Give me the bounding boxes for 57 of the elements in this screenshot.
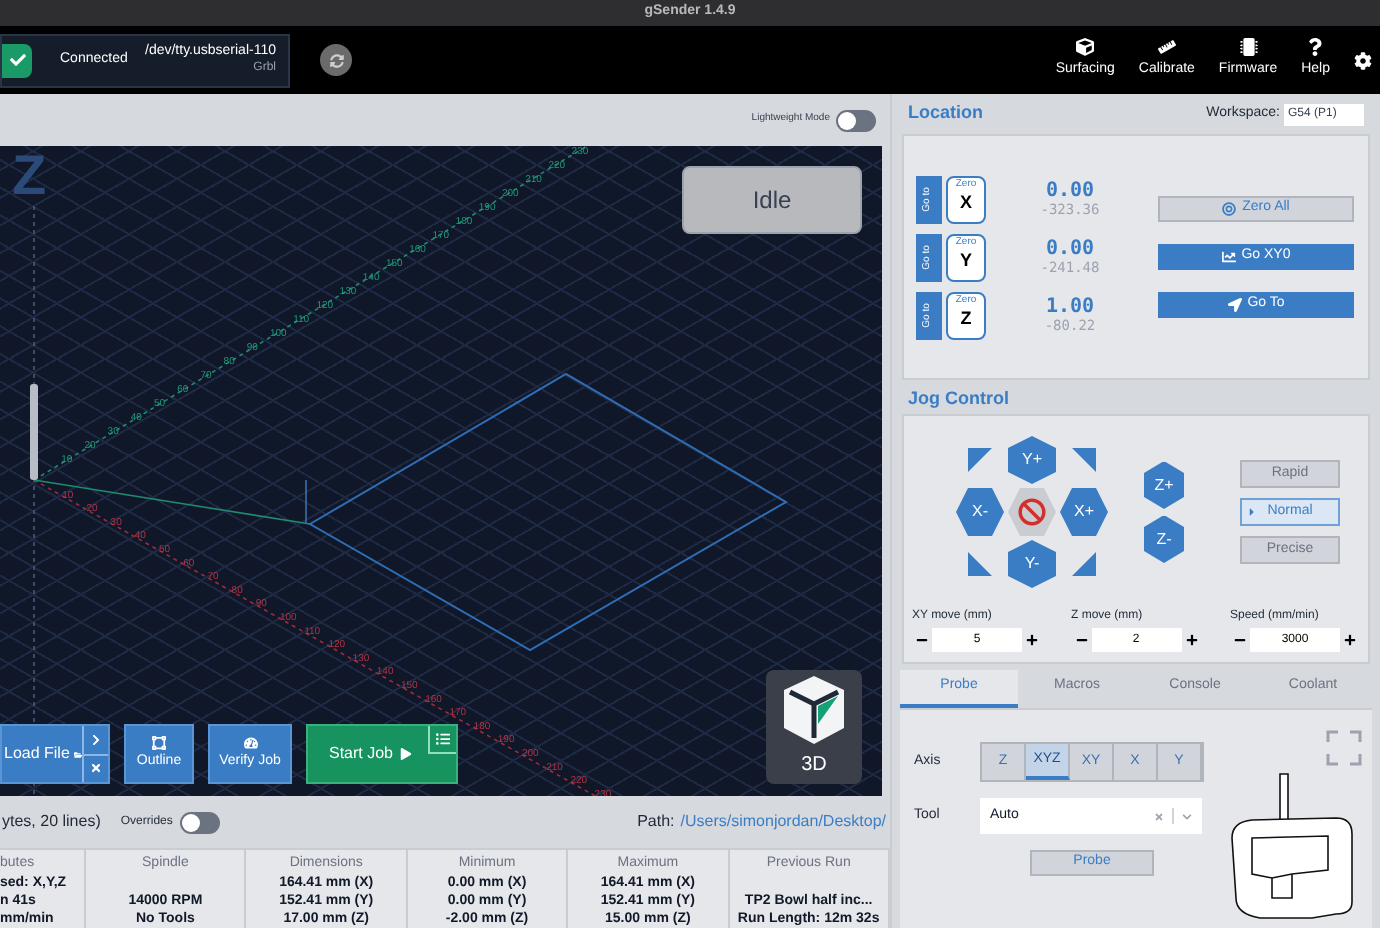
jog-z-minus-button[interactable]: Z- (1144, 515, 1184, 563)
plus-icon[interactable] (1344, 634, 1356, 646)
diagonal-arrow-icon[interactable] (968, 552, 992, 576)
view-cube-button[interactable]: 3D (766, 670, 862, 784)
close-icon (90, 762, 102, 775)
gauge-icon (243, 735, 257, 750)
machine-state: Idle (682, 166, 862, 234)
help-icon (1306, 38, 1325, 57)
refresh-button[interactable] (320, 44, 352, 76)
ruler-icon (1157, 38, 1176, 57)
diagonal-arrow-icon[interactable] (1072, 448, 1096, 472)
jog-y-plus-button[interactable]: Y+ (1008, 436, 1056, 484)
toggle-switch[interactable] (836, 109, 876, 131)
refresh-icon (329, 53, 343, 67)
axis-letter: Z (12, 146, 47, 206)
outline-icon (152, 735, 166, 750)
caret-icon (1246, 506, 1258, 518)
jog-x-minus-button[interactable]: X- (956, 488, 1004, 536)
stop-icon (1018, 498, 1046, 526)
target-icon (1222, 202, 1237, 216)
play-icon (399, 748, 411, 760)
file-path-link[interactable]: /Users/simonjordan/Desktop/ (680, 810, 886, 834)
load-file-button[interactable]: Load File (2, 726, 82, 782)
plus-icon[interactable] (1185, 634, 1197, 646)
chart-icon (1221, 250, 1236, 264)
work-position: 0.00 (1045, 179, 1095, 201)
tool-bit-drawing (30, 384, 38, 480)
diagonal-arrow-icon[interactable] (1072, 552, 1096, 576)
plus-icon[interactable] (1026, 634, 1038, 646)
arrow-icon (1227, 298, 1242, 312)
chevron-right-icon (90, 733, 102, 746)
folder-icon (73, 747, 82, 761)
minus-icon[interactable] (1075, 634, 1087, 646)
work-position: 1.00 (1045, 295, 1095, 317)
job-options-button[interactable] (428, 726, 456, 754)
settings-icon[interactable] (1354, 51, 1372, 69)
section-title: Jog Control (908, 385, 1009, 412)
chevron-down-icon (1182, 811, 1192, 821)
file-summary: ytes, 20 lines) (2, 810, 101, 834)
start-job-button[interactable]: Start Job (308, 726, 432, 782)
check-icon (9, 52, 25, 68)
list-icon (436, 732, 450, 746)
cube-icon (1076, 38, 1095, 57)
chip-icon (1239, 38, 1257, 57)
toggle-switch[interactable] (180, 811, 221, 833)
work-position: 0.00 (1045, 237, 1095, 259)
jog-z-plus-button[interactable]: Z+ (1144, 461, 1184, 509)
stop-button[interactable] (1008, 488, 1056, 536)
minus-icon[interactable] (916, 634, 928, 646)
view-cube-icon (778, 672, 850, 748)
jog-x-plus-button[interactable]: X+ (1060, 488, 1108, 536)
clear-icon (1154, 811, 1164, 821)
diagonal-arrow-icon[interactable] (968, 448, 992, 472)
path-label: Path: (637, 810, 675, 834)
minus-icon[interactable] (1234, 634, 1246, 646)
jog-y-minus-button[interactable]: Y- (1008, 540, 1056, 588)
section-title: Location (908, 100, 983, 127)
